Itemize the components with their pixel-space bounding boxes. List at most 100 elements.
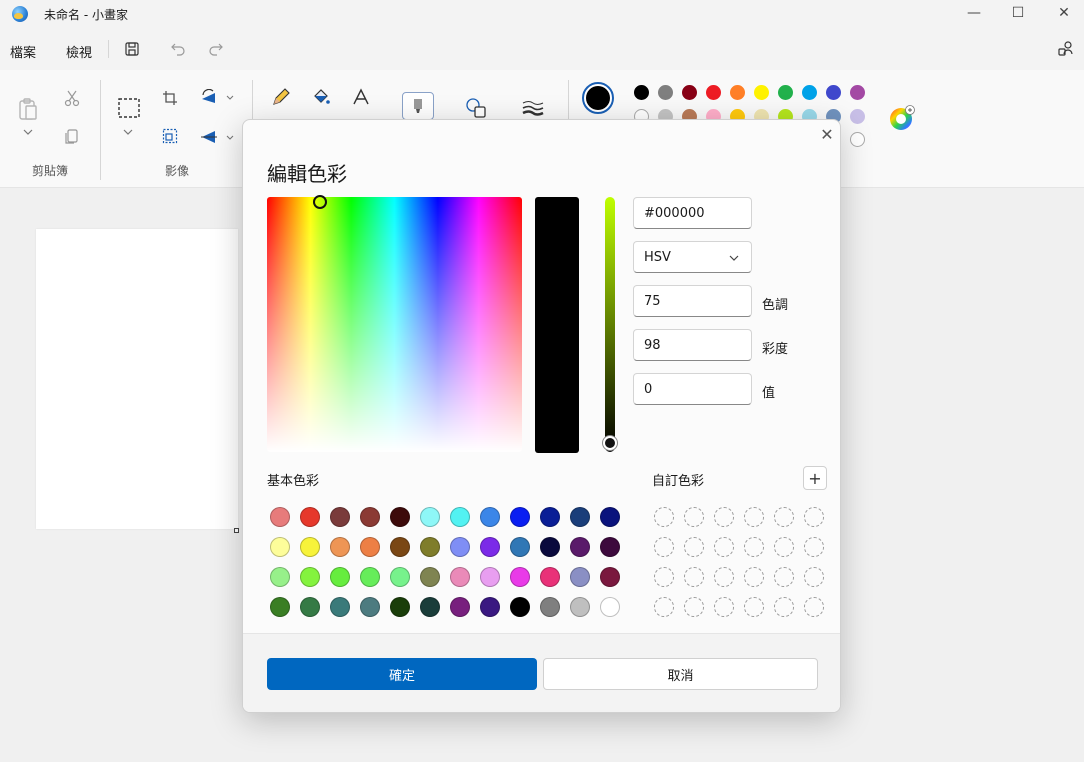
- custom-color-slot[interactable]: [804, 597, 824, 617]
- basic-color-swatch[interactable]: [270, 597, 290, 617]
- palette-color-swatch[interactable]: [706, 85, 721, 100]
- rotate-icon[interactable]: [198, 86, 220, 108]
- edit-colors-icon[interactable]: [888, 104, 916, 132]
- basic-color-swatch[interactable]: [570, 507, 590, 527]
- basic-color-swatch[interactable]: [300, 597, 320, 617]
- basic-color-swatch[interactable]: [450, 567, 470, 587]
- paste-icon[interactable]: [16, 96, 40, 122]
- custom-color-slot[interactable]: [714, 507, 734, 527]
- basic-color-swatch[interactable]: [600, 537, 620, 557]
- custom-color-slot[interactable]: [714, 597, 734, 617]
- basic-color-swatch[interactable]: [390, 507, 410, 527]
- custom-color-slot[interactable]: [744, 507, 764, 527]
- basic-color-swatch[interactable]: [270, 507, 290, 527]
- canvas-resize-handle[interactable]: [234, 528, 239, 533]
- custom-color-slot[interactable]: [654, 597, 674, 617]
- basic-color-swatch[interactable]: [270, 567, 290, 587]
- basic-color-swatch[interactable]: [360, 567, 380, 587]
- basic-color-swatch[interactable]: [330, 537, 350, 557]
- custom-color-slot[interactable]: [654, 507, 674, 527]
- resize-icon[interactable]: [160, 126, 180, 146]
- drawing-canvas[interactable]: [36, 229, 238, 529]
- basic-color-swatch[interactable]: [420, 567, 440, 587]
- palette-color-swatch[interactable]: [754, 85, 769, 100]
- minimize-button[interactable]: —: [962, 2, 986, 24]
- palette-color-swatch[interactable]: [634, 85, 649, 100]
- custom-color-slot[interactable]: [774, 507, 794, 527]
- basic-color-swatch[interactable]: [570, 567, 590, 587]
- palette-color-swatch[interactable]: [778, 85, 793, 100]
- basic-color-swatch[interactable]: [510, 567, 530, 587]
- basic-color-swatch[interactable]: [570, 597, 590, 617]
- redo-icon[interactable]: [206, 39, 226, 59]
- basic-color-swatch[interactable]: [450, 597, 470, 617]
- basic-color-swatch[interactable]: [420, 537, 440, 557]
- custom-color-slot[interactable]: [744, 567, 764, 587]
- basic-color-swatch[interactable]: [510, 597, 530, 617]
- basic-color-swatch[interactable]: [480, 597, 500, 617]
- color-spectrum[interactable]: [267, 195, 522, 452]
- palette-color-swatch[interactable]: [682, 85, 697, 100]
- paste-dropdown-chevron-icon[interactable]: [20, 126, 36, 138]
- spectrum-thumb[interactable]: [313, 195, 327, 209]
- basic-color-swatch[interactable]: [330, 567, 350, 587]
- add-custom-color-button[interactable]: +: [803, 466, 827, 490]
- saturation-input[interactable]: 98: [633, 329, 752, 361]
- custom-color-slot[interactable]: [714, 537, 734, 557]
- basic-color-swatch[interactable]: [390, 597, 410, 617]
- value-slider-thumb[interactable]: [603, 436, 617, 450]
- basic-color-swatch[interactable]: [510, 507, 530, 527]
- palette-empty-slot[interactable]: [850, 132, 865, 147]
- basic-color-swatch[interactable]: [600, 597, 620, 617]
- custom-color-slot[interactable]: [774, 537, 794, 557]
- dialog-close-button[interactable]: ✕: [817, 124, 837, 144]
- basic-color-swatch[interactable]: [420, 507, 440, 527]
- basic-color-swatch[interactable]: [360, 537, 380, 557]
- custom-color-slot[interactable]: [744, 597, 764, 617]
- cut-icon[interactable]: [62, 88, 82, 108]
- custom-color-slot[interactable]: [684, 597, 704, 617]
- select-dropdown-chevron-icon[interactable]: [120, 126, 136, 138]
- custom-color-slot[interactable]: [684, 537, 704, 557]
- fill-bucket-icon[interactable]: [310, 86, 332, 108]
- basic-color-swatch[interactable]: [300, 537, 320, 557]
- current-color-swatch[interactable]: [582, 82, 614, 114]
- custom-color-slot[interactable]: [714, 567, 734, 587]
- maximize-button[interactable]: ☐: [1006, 2, 1030, 24]
- custom-color-slot[interactable]: [654, 567, 674, 587]
- custom-color-slot[interactable]: [804, 507, 824, 527]
- custom-color-slot[interactable]: [654, 537, 674, 557]
- undo-icon[interactable]: [168, 39, 188, 59]
- basic-color-swatch[interactable]: [270, 537, 290, 557]
- custom-color-slot[interactable]: [774, 597, 794, 617]
- basic-color-swatch[interactable]: [420, 597, 440, 617]
- basic-color-swatch[interactable]: [600, 567, 620, 587]
- menu-view[interactable]: 檢視: [66, 42, 92, 61]
- basic-color-swatch[interactable]: [390, 537, 410, 557]
- basic-color-swatch[interactable]: [570, 537, 590, 557]
- shapes-icon[interactable]: [464, 96, 488, 120]
- palette-color-swatch[interactable]: [658, 85, 673, 100]
- basic-color-swatch[interactable]: [480, 537, 500, 557]
- basic-color-swatch[interactable]: [540, 537, 560, 557]
- basic-color-swatch[interactable]: [390, 567, 410, 587]
- value-input[interactable]: 0: [633, 373, 752, 405]
- basic-color-swatch[interactable]: [510, 537, 530, 557]
- text-tool-icon[interactable]: [350, 86, 372, 108]
- custom-color-slot[interactable]: [684, 567, 704, 587]
- basic-color-swatch[interactable]: [330, 507, 350, 527]
- palette-color-swatch[interactable]: [802, 85, 817, 100]
- custom-color-slot[interactable]: [774, 567, 794, 587]
- basic-color-swatch[interactable]: [480, 567, 500, 587]
- account-icon[interactable]: [1056, 39, 1076, 59]
- color-mode-select[interactable]: HSV: [633, 241, 752, 273]
- basic-color-swatch[interactable]: [600, 507, 620, 527]
- pencil-icon[interactable]: [270, 86, 292, 108]
- menu-file[interactable]: 檔案: [10, 42, 36, 61]
- basic-color-swatch[interactable]: [330, 597, 350, 617]
- save-icon[interactable]: [122, 39, 142, 59]
- basic-color-swatch[interactable]: [300, 507, 320, 527]
- copy-icon[interactable]: [62, 126, 82, 146]
- basic-color-swatch[interactable]: [540, 507, 560, 527]
- palette-color-swatch[interactable]: [826, 85, 841, 100]
